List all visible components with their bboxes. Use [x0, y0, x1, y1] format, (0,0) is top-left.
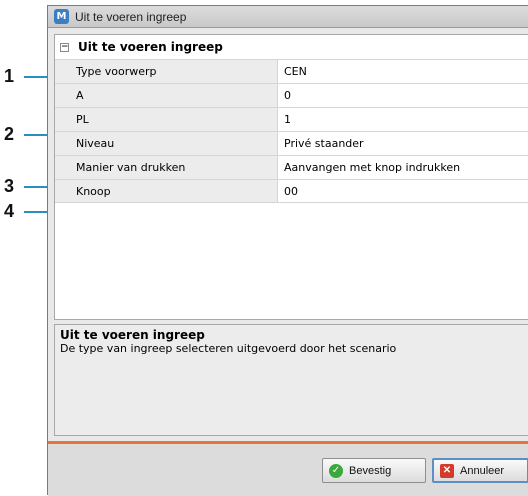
property-row-pl[interactable]: PL 1 — [55, 107, 528, 131]
app-icon: M — [54, 9, 69, 24]
property-value[interactable]: 0 — [278, 84, 528, 107]
property-value[interactable]: Privé staander — [278, 132, 528, 155]
title-bar[interactable]: M Uit te voeren ingreep — [48, 6, 528, 28]
confirm-label: Bevestig — [349, 464, 392, 477]
cancel-label: Annuleer — [460, 464, 505, 477]
dialog-window: M Uit te voeren ingreep − Uit te voeren … — [47, 5, 528, 496]
property-name: Knoop — [70, 180, 278, 202]
property-name: Type voorwerp — [70, 60, 278, 83]
check-circle-icon: ✓ — [329, 463, 343, 478]
window-title: Uit te voeren ingreep — [75, 9, 187, 24]
property-name: A — [70, 84, 278, 107]
callout-1: 1 — [4, 66, 15, 86]
property-value[interactable]: CEN — [278, 60, 528, 83]
description-text: De type van ingreep selecteren uitgevoer… — [60, 342, 397, 355]
property-row-type-voorwerp[interactable]: Type voorwerp CEN — [55, 59, 528, 83]
close-box-icon: ✕ — [440, 463, 454, 478]
description-title: Uit te voeren ingreep — [60, 328, 205, 342]
property-name: Manier van drukken — [70, 156, 278, 179]
section-title: Uit te voeren ingreep — [78, 40, 223, 54]
cancel-button[interactable]: ✕ Annuleer — [432, 458, 528, 483]
callout-3: 3 — [4, 176, 15, 196]
property-row-niveau[interactable]: Niveau Privé staander — [55, 131, 528, 155]
property-row-manier-van-drukken[interactable]: Manier van drukken Aanvangen met knop in… — [55, 155, 528, 179]
property-grid: − Uit te voeren ingreep Type voorwerp CE… — [54, 34, 528, 320]
description-panel: Uit te voeren ingreep De type van ingree… — [54, 324, 528, 436]
collapse-icon[interactable]: − — [60, 42, 69, 52]
property-value[interactable]: 00 — [278, 180, 528, 202]
property-row-a[interactable]: A 0 — [55, 83, 528, 107]
property-value[interactable]: 1 — [278, 108, 528, 131]
property-name: Niveau — [70, 132, 278, 155]
callout-4: 4 — [4, 201, 15, 221]
section-header[interactable]: − Uit te voeren ingreep — [55, 35, 528, 59]
confirm-button[interactable]: ✓ Bevestig — [322, 458, 426, 483]
property-value[interactable]: Aanvangen met knop indrukken — [278, 156, 528, 179]
callout-2: 2 — [4, 124, 15, 144]
dialog-footer: ✓ Bevestig ✕ Annuleer — [48, 444, 528, 496]
property-name: PL — [70, 108, 278, 131]
property-row-knoop[interactable]: Knoop 00 — [55, 179, 528, 203]
